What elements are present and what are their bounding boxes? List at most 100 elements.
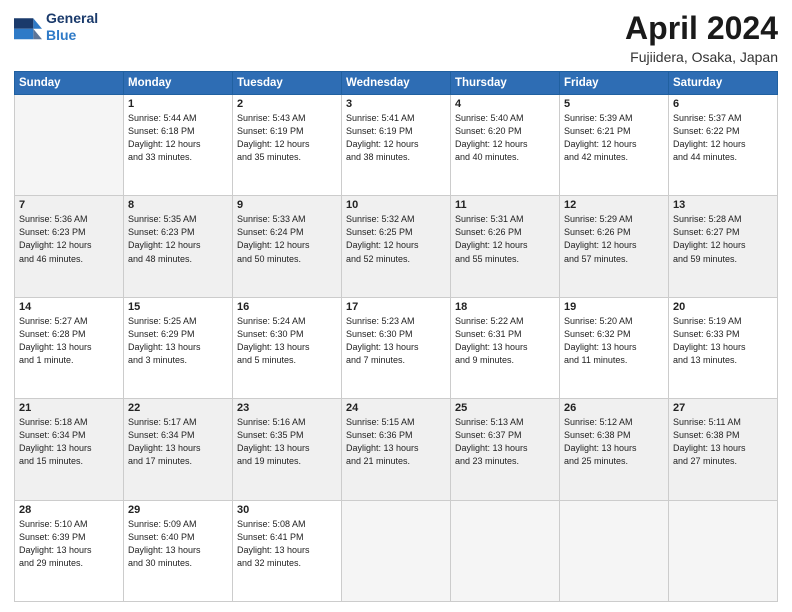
location: Fujiidera, Osaka, Japan	[625, 49, 778, 65]
calendar-day-cell: 24Sunrise: 5:15 AMSunset: 6:36 PMDayligh…	[342, 399, 451, 500]
day-number: 28	[19, 504, 119, 516]
calendar-day-cell: 21 Sunrise: 5:18 AMSunset: 6:34 PMDayligh…	[15, 399, 124, 500]
day-info: Sunrise: 5:31 AMSunset: 6:26 PMDaylight:…	[455, 213, 555, 265]
day-info: Sunrise: 5:18 AMSunset: 6:34 PMDaylight:…	[19, 416, 119, 468]
calendar-day-cell: 18 Sunrise: 5:22 AMSunset: 6:31 PMDayligh…	[451, 297, 560, 398]
day-number: 4	[455, 98, 555, 110]
calendar-day-cell: 16 Sunrise: 5:24 AMSunset: 6:30 PMDayligh…	[233, 297, 342, 398]
calendar-day-cell: 3Sunrise: 5:41 AMSunset: 6:19 PMDaylight…	[342, 95, 451, 196]
day-number: 2	[237, 98, 337, 110]
day-number: 7	[19, 199, 119, 211]
day-info: Sunrise: 5:39 AMSunset: 6:21 PMDaylight:…	[564, 112, 664, 164]
calendar-header-row: SundayMondayTuesdayWednesdayThursdayFrid…	[15, 72, 778, 95]
day-info: Sunrise: 5:22 AMSunset: 6:31 PMDaylight:…	[455, 315, 555, 367]
day-number: 29	[128, 504, 228, 516]
day-info: Sunrise: 5:36 AMSunset: 6:23 PMDaylight:…	[19, 213, 119, 265]
calendar-day-cell: 12 Sunrise: 5:29 AMSunset: 6:26 PMDayligh…	[560, 196, 669, 297]
calendar-day-cell: 19 Sunrise: 5:20 AMSunset: 6:32 PMDayligh…	[560, 297, 669, 398]
day-info: Sunrise: 5:24 AMSunset: 6:30 PMDaylight:…	[237, 315, 337, 367]
calendar-week-row: 7 Sunrise: 5:36 AMSunset: 6:23 PMDaylight…	[15, 196, 778, 297]
calendar-day-cell	[15, 95, 124, 196]
calendar-day-cell: 27 Sunrise: 5:11 AMSunset: 6:38 PMDayligh…	[669, 399, 778, 500]
day-number: 21	[19, 402, 119, 414]
day-info: Sunrise: 5:19 AMSunset: 6:33 PMDaylight:…	[673, 315, 773, 367]
day-number: 5	[564, 98, 664, 110]
day-number: 8	[128, 199, 228, 211]
day-info: Sunrise: 5:28 AMSunset: 6:27 PMDaylight:…	[673, 213, 773, 265]
day-number: 24	[346, 402, 446, 414]
calendar-day-cell: 28 Sunrise: 5:10 AMSunset: 6:39 PMDayligh…	[15, 500, 124, 601]
calendar-day-cell: 25 Sunrise: 5:13 AMSunset: 6:37 PMDayligh…	[451, 399, 560, 500]
calendar-day-cell: 23Sunrise: 5:16 AMSunset: 6:35 PMDayligh…	[233, 399, 342, 500]
day-number: 18	[455, 301, 555, 313]
weekday-header: Tuesday	[233, 72, 342, 95]
day-info: Sunrise: 5:32 AMSunset: 6:25 PMDaylight:…	[346, 213, 446, 265]
calendar-week-row: 1Sunrise: 5:44 AMSunset: 6:18 PMDaylight…	[15, 95, 778, 196]
day-info: Sunrise: 5:20 AMSunset: 6:32 PMDaylight:…	[564, 315, 664, 367]
day-number: 13	[673, 199, 773, 211]
day-info: Sunrise: 5:11 AMSunset: 6:38 PMDaylight:…	[673, 416, 773, 468]
calendar-day-cell: 2 Sunrise: 5:43 AMSunset: 6:19 PMDaylight…	[233, 95, 342, 196]
day-info: Sunrise: 5:40 AMSunset: 6:20 PMDaylight:…	[455, 112, 555, 164]
day-number: 30	[237, 504, 337, 516]
calendar-day-cell: 29 Sunrise: 5:09 AMSunset: 6:40 PMDayligh…	[124, 500, 233, 601]
weekday-header: Thursday	[451, 72, 560, 95]
day-info: Sunrise: 5:10 AMSunset: 6:39 PMDaylight:…	[19, 518, 119, 570]
calendar-day-cell	[451, 500, 560, 601]
logo: General Blue	[14, 10, 98, 44]
day-number: 6	[673, 98, 773, 110]
day-info: Sunrise: 5:33 AMSunset: 6:24 PMDaylight:…	[237, 213, 337, 265]
calendar-day-cell: 13 Sunrise: 5:28 AMSunset: 6:27 PMDayligh…	[669, 196, 778, 297]
day-info: Sunrise: 5:41 AMSunset: 6:19 PMDaylight:…	[346, 112, 446, 164]
calendar-day-cell: 10Sunrise: 5:32 AMSunset: 6:25 PMDayligh…	[342, 196, 451, 297]
day-number: 23	[237, 402, 337, 414]
title-block: April 2024 Fujiidera, Osaka, Japan	[625, 10, 778, 65]
calendar-week-row: 21 Sunrise: 5:18 AMSunset: 6:34 PMDayligh…	[15, 399, 778, 500]
calendar-day-cell: 15Sunrise: 5:25 AMSunset: 6:29 PMDayligh…	[124, 297, 233, 398]
month-title: April 2024	[625, 10, 778, 47]
weekday-header: Monday	[124, 72, 233, 95]
calendar-day-cell: 30Sunrise: 5:08 AMSunset: 6:41 PMDayligh…	[233, 500, 342, 601]
calendar-day-cell: 17Sunrise: 5:23 AMSunset: 6:30 PMDayligh…	[342, 297, 451, 398]
logo-icon	[14, 13, 42, 41]
calendar-day-cell: 11Sunrise: 5:31 AMSunset: 6:26 PMDayligh…	[451, 196, 560, 297]
day-info: Sunrise: 5:44 AMSunset: 6:18 PMDaylight:…	[128, 112, 228, 164]
day-info: Sunrise: 5:13 AMSunset: 6:37 PMDaylight:…	[455, 416, 555, 468]
day-number: 12	[564, 199, 664, 211]
calendar-day-cell	[342, 500, 451, 601]
day-info: Sunrise: 5:29 AMSunset: 6:26 PMDaylight:…	[564, 213, 664, 265]
calendar-day-cell: 20Sunrise: 5:19 AMSunset: 6:33 PMDayligh…	[669, 297, 778, 398]
day-info: Sunrise: 5:17 AMSunset: 6:34 PMDaylight:…	[128, 416, 228, 468]
day-info: Sunrise: 5:09 AMSunset: 6:40 PMDaylight:…	[128, 518, 228, 570]
page: General Blue April 2024 Fujiidera, Osaka…	[0, 0, 792, 612]
day-info: Sunrise: 5:27 AMSunset: 6:28 PMDaylight:…	[19, 315, 119, 367]
calendar-day-cell: 7 Sunrise: 5:36 AMSunset: 6:23 PMDaylight…	[15, 196, 124, 297]
day-number: 15	[128, 301, 228, 313]
calendar-day-cell: 4 Sunrise: 5:40 AMSunset: 6:20 PMDaylight…	[451, 95, 560, 196]
weekday-header: Friday	[560, 72, 669, 95]
calendar-day-cell: 6Sunrise: 5:37 AMSunset: 6:22 PMDaylight…	[669, 95, 778, 196]
header: General Blue April 2024 Fujiidera, Osaka…	[14, 10, 778, 65]
day-number: 17	[346, 301, 446, 313]
weekday-header: Saturday	[669, 72, 778, 95]
day-info: Sunrise: 5:35 AMSunset: 6:23 PMDaylight:…	[128, 213, 228, 265]
day-info: Sunrise: 5:43 AMSunset: 6:19 PMDaylight:…	[237, 112, 337, 164]
calendar-day-cell	[669, 500, 778, 601]
day-number: 25	[455, 402, 555, 414]
weekday-header: Wednesday	[342, 72, 451, 95]
calendar: SundayMondayTuesdayWednesdayThursdayFrid…	[14, 71, 778, 602]
calendar-day-cell: 5 Sunrise: 5:39 AMSunset: 6:21 PMDaylight…	[560, 95, 669, 196]
calendar-day-cell: 8 Sunrise: 5:35 AMSunset: 6:23 PMDaylight…	[124, 196, 233, 297]
calendar-day-cell: 14 Sunrise: 5:27 AMSunset: 6:28 PMDayligh…	[15, 297, 124, 398]
calendar-day-cell: 26Sunrise: 5:12 AMSunset: 6:38 PMDayligh…	[560, 399, 669, 500]
calendar-day-cell: 1Sunrise: 5:44 AMSunset: 6:18 PMDaylight…	[124, 95, 233, 196]
day-number: 9	[237, 199, 337, 211]
weekday-header: Sunday	[15, 72, 124, 95]
day-number: 22	[128, 402, 228, 414]
calendar-day-cell: 9 Sunrise: 5:33 AMSunset: 6:24 PMDaylight…	[233, 196, 342, 297]
day-number: 27	[673, 402, 773, 414]
logo-text: General Blue	[46, 10, 98, 44]
day-number: 19	[564, 301, 664, 313]
day-number: 14	[19, 301, 119, 313]
day-number: 16	[237, 301, 337, 313]
